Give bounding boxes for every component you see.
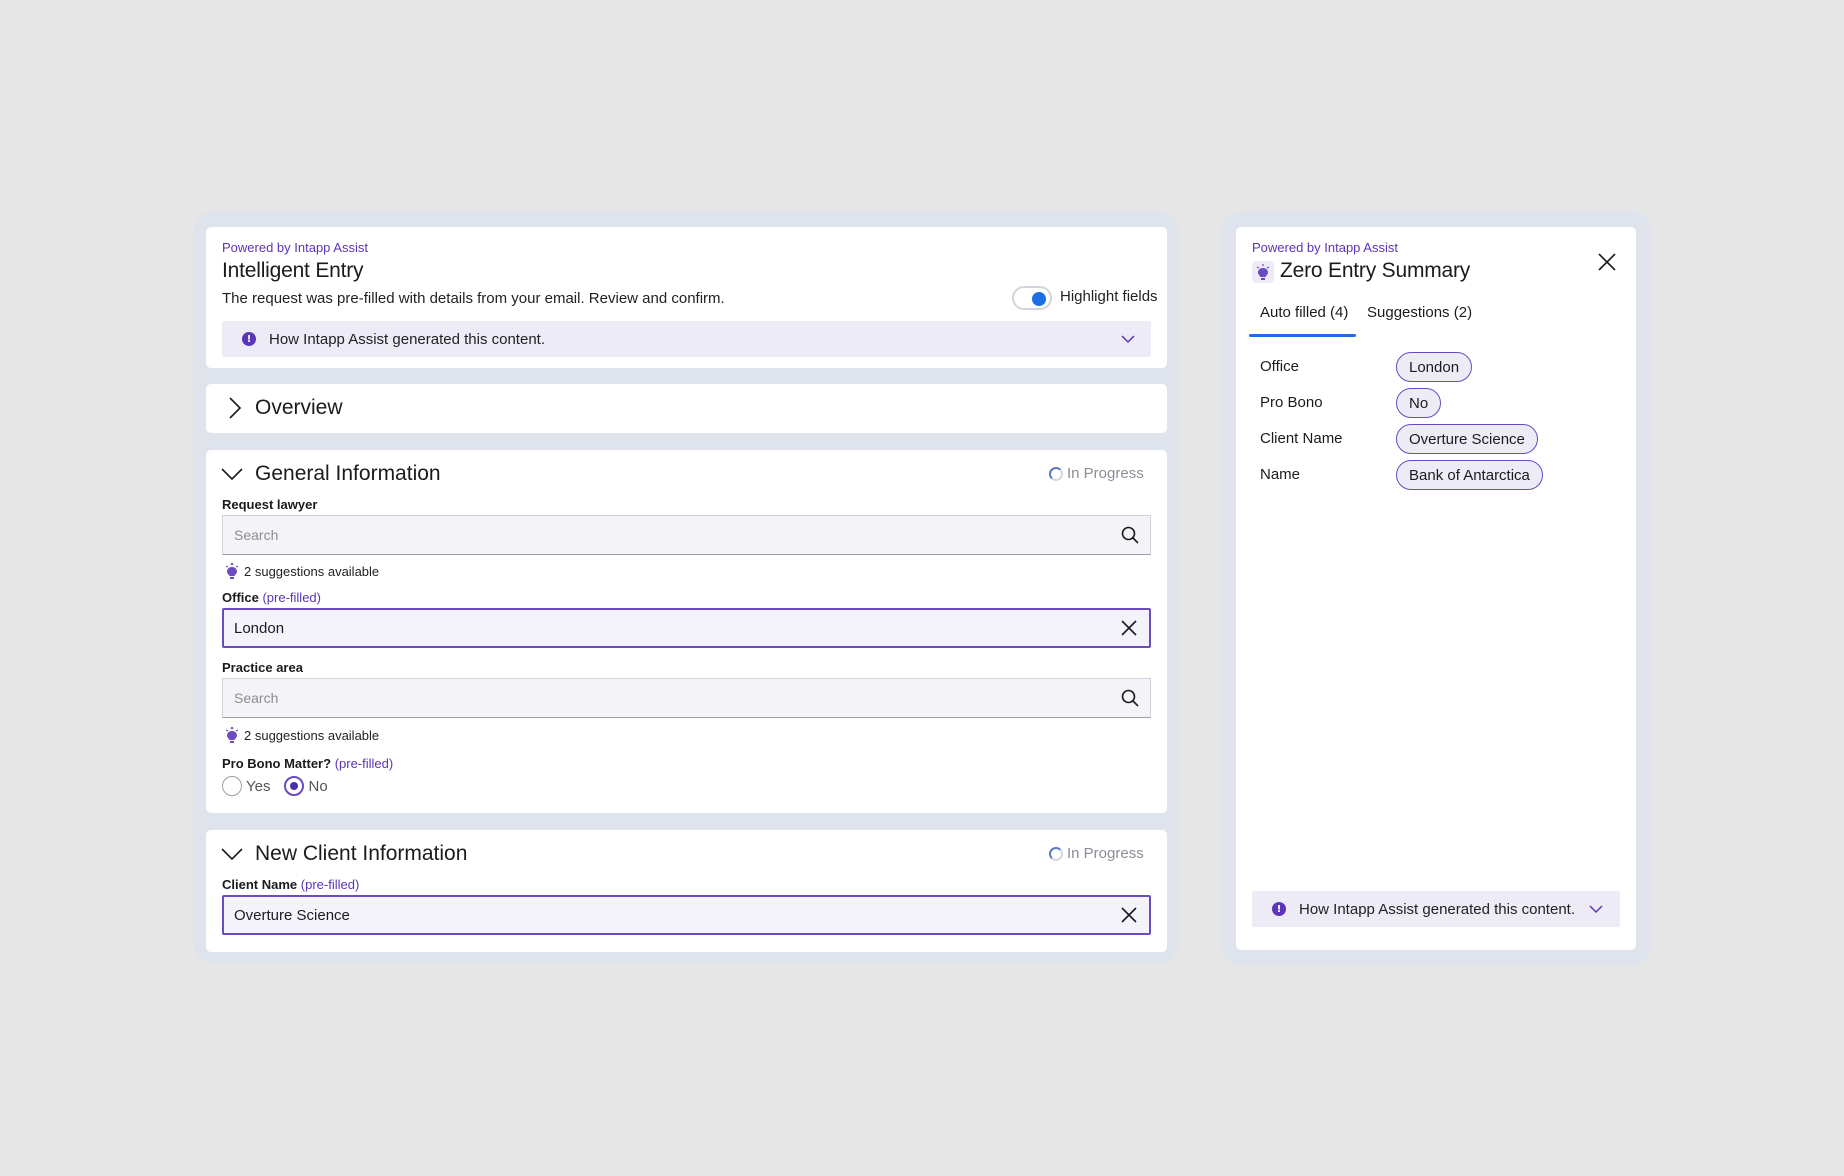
prefilled-tag: (pre-filled) — [334, 756, 394, 771]
powered-by-label: Powered by Intapp Assist — [1252, 240, 1398, 255]
summary-chip-office[interactable]: London — [1396, 352, 1473, 382]
info-text: How Intapp Assist generated this content… — [269, 330, 545, 348]
lightbulb-icon — [1252, 261, 1274, 283]
summary-chip-client-name[interactable]: Overture Science — [1396, 424, 1538, 454]
request-lawyer-input[interactable]: Search — [222, 515, 1151, 555]
search-icon[interactable] — [1120, 688, 1140, 708]
pro-bono-label-text: Pro Bono Matter? — [222, 756, 332, 771]
highlight-fields-toggle[interactable] — [1012, 286, 1052, 310]
lightbulb-icon — [225, 726, 239, 743]
summary-label-office: Office — [1260, 358, 1299, 375]
client-name-value: Overture Science — [234, 906, 350, 924]
request-lawyer-placeholder: Search — [234, 527, 279, 543]
chevron-down-icon — [1589, 905, 1603, 914]
tab-suggestions[interactable]: Suggestions (2) — [1367, 304, 1472, 321]
request-lawyer-suggestions[interactable]: 2 suggestions available — [224, 562, 379, 580]
prefilled-tag: (pre-filled) — [262, 590, 321, 605]
new-client-title: New Client Information — [255, 842, 468, 865]
general-info-card: General Information In Progress Request … — [206, 450, 1167, 813]
chevron-down-icon[interactable] — [221, 467, 243, 481]
close-icon[interactable] — [1597, 252, 1617, 272]
pro-bono-radio-group: Yes No — [222, 776, 328, 796]
client-name-input[interactable]: Overture Science — [222, 895, 1151, 935]
practice-area-input[interactable]: Search — [222, 678, 1151, 718]
practice-area-label: Practice area — [222, 660, 303, 675]
search-icon[interactable] — [1120, 525, 1140, 545]
office-input[interactable]: London — [222, 608, 1151, 648]
powered-by-label: Powered by Intapp Assist — [222, 240, 368, 255]
chevron-down-icon[interactable] — [221, 847, 243, 861]
prefilled-tag: (pre-filled) — [300, 877, 360, 892]
new-client-card: New Client Information In Progress Clien… — [206, 830, 1167, 952]
client-name-label-text: Client Name — [222, 877, 298, 892]
practice-area-placeholder: Search — [234, 690, 279, 706]
summary-label-pro-bono: Pro Bono — [1260, 394, 1323, 411]
suggestions-text: 2 suggestions available — [244, 563, 380, 579]
summary-title: Zero Entry Summary — [1280, 259, 1471, 282]
intelligent-entry-panel: Powered by Intapp Assist Intelligent Ent… — [193, 211, 1180, 964]
request-lawyer-label: Request lawyer — [222, 497, 318, 512]
info-icon: ! — [242, 332, 256, 346]
info-icon: ! — [1272, 902, 1286, 916]
status-text: In Progress — [1067, 845, 1144, 862]
toggle-knob — [1032, 292, 1046, 306]
overview-card[interactable]: Overview — [206, 384, 1167, 433]
entry-header-card: Powered by Intapp Assist Intelligent Ent… — [206, 227, 1167, 368]
new-client-status: In Progress — [1049, 845, 1144, 862]
clear-icon[interactable] — [1119, 905, 1139, 925]
pro-bono-label: Pro Bono Matter? (pre-filled) — [222, 756, 393, 771]
info-text: How Intapp Assist generated this content… — [1299, 900, 1575, 918]
summary-label-name: Name — [1260, 466, 1301, 483]
zero-entry-summary-panel: Powered by Intapp Assist Zero Entry Summ… — [1220, 211, 1652, 966]
practice-area-suggestions[interactable]: 2 suggestions available — [224, 726, 379, 744]
chevron-down-icon — [1121, 335, 1135, 344]
radio-yes-label: Yes — [246, 777, 271, 795]
radio-no-label: No — [308, 777, 328, 795]
summary-label-client-name: Client Name — [1260, 430, 1343, 447]
clear-icon[interactable] — [1119, 618, 1139, 638]
general-info-status: In Progress — [1049, 465, 1144, 482]
spinner-icon — [1049, 846, 1063, 861]
assist-info-bar[interactable]: ! How Intapp Assist generated this conte… — [222, 321, 1151, 357]
spinner-icon — [1049, 466, 1063, 481]
highlight-fields-label: Highlight fields — [1060, 288, 1158, 305]
summary-card: Powered by Intapp Assist Zero Entry Summ… — [1236, 227, 1636, 950]
office-label: Office (pre-filled) — [222, 590, 321, 605]
radio-yes[interactable] — [222, 776, 242, 796]
page-title: Intelligent Entry — [222, 259, 364, 282]
office-value: London — [234, 619, 285, 637]
lightbulb-icon — [225, 562, 239, 579]
office-label-text: Office — [222, 590, 259, 605]
summary-chip-pro-bono[interactable]: No — [1396, 388, 1442, 418]
assist-info-bar[interactable]: ! How Intapp Assist generated this conte… — [1252, 891, 1620, 927]
tab-active-underline — [1249, 334, 1356, 337]
suggestions-text: 2 suggestions available — [244, 727, 380, 743]
page-subtitle: The request was pre-filled with details … — [222, 290, 725, 307]
radio-no[interactable] — [284, 776, 305, 796]
overview-title: Overview — [255, 396, 343, 419]
summary-chip-name[interactable]: Bank of Antarctica — [1396, 460, 1543, 490]
chevron-right-icon — [229, 397, 242, 419]
general-info-title: General Information — [255, 462, 441, 485]
client-name-label: Client Name (pre-filled) — [222, 877, 359, 892]
tab-auto-filled[interactable]: Auto filled (4) — [1260, 304, 1348, 321]
status-text: In Progress — [1067, 465, 1144, 482]
